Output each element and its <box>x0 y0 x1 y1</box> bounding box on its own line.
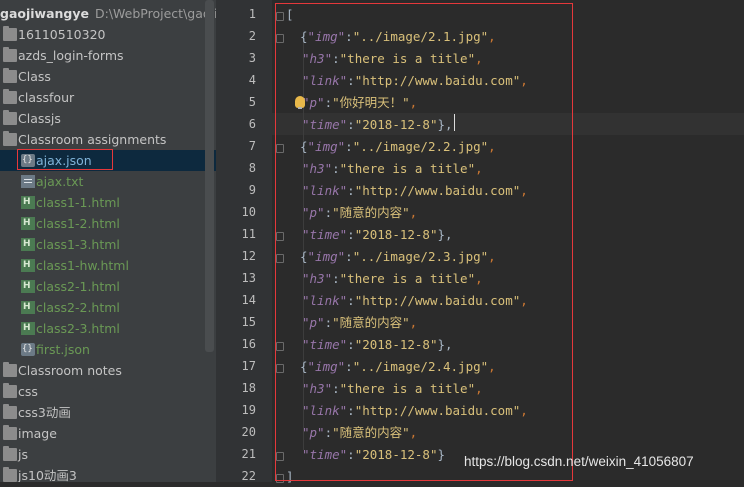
tree-item-label: class1-1.html <box>36 195 120 210</box>
line-number[interactable]: 5 <box>226 95 256 109</box>
line-number[interactable]: 19 <box>226 403 256 417</box>
json-file-icon <box>21 339 35 360</box>
tree-folder[interactable]: js <box>0 444 216 465</box>
folder-icon <box>3 68 17 83</box>
line-number[interactable]: 18 <box>226 381 256 395</box>
tree-item-label: azds_login-forms <box>18 48 124 63</box>
line-number[interactable]: 7 <box>226 139 256 153</box>
html-file-icon <box>21 276 35 297</box>
line-number[interactable]: 20 <box>226 425 256 439</box>
line-number[interactable]: 22 <box>226 469 256 483</box>
folder-icon <box>3 404 17 419</box>
tree-folder[interactable]: css <box>0 381 216 402</box>
tree-scrollbar[interactable] <box>205 0 214 352</box>
tree-item-label: js <box>18 447 28 462</box>
folder-icon <box>3 26 17 41</box>
tree-folder[interactable]: Classroom notes <box>0 360 216 381</box>
line-number[interactable]: 1 <box>226 7 256 21</box>
project-tree: gaojiwangye D:\WebProject\gaojiwa 1611051… <box>0 0 216 482</box>
line-number[interactable]: 2 <box>226 29 256 43</box>
tree-file[interactable]: first.json <box>0 339 216 360</box>
folder-icon <box>3 446 17 461</box>
folder-icon <box>3 89 17 104</box>
tree-folder[interactable]: js10动画3 <box>0 465 216 482</box>
tree-item-label: classfour <box>18 90 75 105</box>
html-file-icon <box>21 213 35 234</box>
project-root-path: D:\WebProject\gaojiwa <box>95 6 216 21</box>
folder-icon <box>3 110 17 125</box>
tree-file[interactable]: class1-1.html <box>0 192 216 213</box>
html-file-icon <box>21 234 35 255</box>
editor-gutter: 1 2 3 4 5 6 7 8 9 10 11 12 13 14 15 16 17 18 19 20 21 22 <box>216 0 272 483</box>
tree-item-label: js10动画3 <box>18 468 77 482</box>
tree-item-label: css <box>18 384 38 399</box>
line-number[interactable]: 12 <box>226 249 256 263</box>
tree-item-label: class1-2.html <box>36 216 120 231</box>
project-root-name: gaojiwangye <box>0 6 89 21</box>
html-file-icon <box>21 297 35 318</box>
folder-icon <box>3 47 17 62</box>
folder-icon <box>3 425 17 440</box>
tree-folder[interactable]: Classroom assignments <box>0 129 216 150</box>
tree-item-label: Classroom notes <box>18 363 122 378</box>
line-number[interactable]: 3 <box>226 51 256 65</box>
tree-item-label: css3动画 <box>18 405 71 420</box>
line-number[interactable]: 21 <box>226 447 256 461</box>
tree-item-label: Classroom assignments <box>18 132 167 147</box>
tree-folder[interactable]: Classjs <box>0 108 216 129</box>
tree-file[interactable]: class2-1.html <box>0 276 216 297</box>
tree-file[interactable]: class1-2.html <box>0 213 216 234</box>
folder-icon <box>3 383 17 398</box>
folder-icon <box>3 362 17 377</box>
watermark: https://blog.csdn.net/weixin_41056807 <box>464 454 694 469</box>
tree-file[interactable]: ajax.txt <box>0 171 216 192</box>
html-file-icon <box>21 192 35 213</box>
tree-item-label: Classjs <box>18 111 61 126</box>
tree-folder[interactable]: css3动画 <box>0 402 216 423</box>
tree-item-label: Class <box>18 69 51 84</box>
tree-folder[interactable]: classfour <box>0 87 216 108</box>
tree-item-label: class1-hw.html <box>36 258 129 273</box>
folder-icon <box>3 131 17 146</box>
tree-item-label: ajax.txt <box>36 174 84 189</box>
tree-folder[interactable]: 16110510320 <box>0 24 216 45</box>
line-number[interactable]: 8 <box>226 161 256 175</box>
tree-folder[interactable]: azds_login-forms <box>0 45 216 66</box>
selection-annotation-box <box>17 149 113 170</box>
line-number[interactable]: 11 <box>226 227 256 241</box>
line-number[interactable]: 15 <box>226 315 256 329</box>
line-number[interactable]: 10 <box>226 205 256 219</box>
tree-item-label: first.json <box>36 342 90 357</box>
tree-file[interactable]: class1-hw.html <box>0 255 216 276</box>
line-number[interactable]: 17 <box>226 359 256 373</box>
line-number[interactable]: 16 <box>226 337 256 351</box>
tree-file[interactable]: class1-3.html <box>0 234 216 255</box>
code-annotation-box <box>275 3 573 481</box>
tree-item-label: class2-1.html <box>36 279 120 294</box>
html-file-icon <box>21 318 35 339</box>
project-root[interactable]: gaojiwangye D:\WebProject\gaojiwa <box>0 4 216 24</box>
line-number[interactable]: 9 <box>226 183 256 197</box>
tree-file[interactable]: class2-3.html <box>0 318 216 339</box>
tree-folder[interactable]: image <box>0 423 216 444</box>
line-number[interactable]: 4 <box>226 73 256 87</box>
tree-file[interactable]: class2-2.html <box>0 297 216 318</box>
line-number[interactable]: 14 <box>226 293 256 307</box>
tree-item-label: 16110510320 <box>18 27 106 42</box>
line-number[interactable]: 13 <box>226 271 256 285</box>
folder-icon <box>3 467 17 482</box>
tree-item-label: class1-3.html <box>36 237 120 252</box>
html-file-icon <box>21 255 35 276</box>
tree-folder[interactable]: Class <box>0 66 216 87</box>
tree-item-label: class2-2.html <box>36 300 120 315</box>
tree-item-label: image <box>18 426 57 441</box>
tree-item-label: class2-3.html <box>36 321 120 336</box>
text-file-icon <box>21 175 35 188</box>
line-number[interactable]: 6 <box>226 117 256 131</box>
